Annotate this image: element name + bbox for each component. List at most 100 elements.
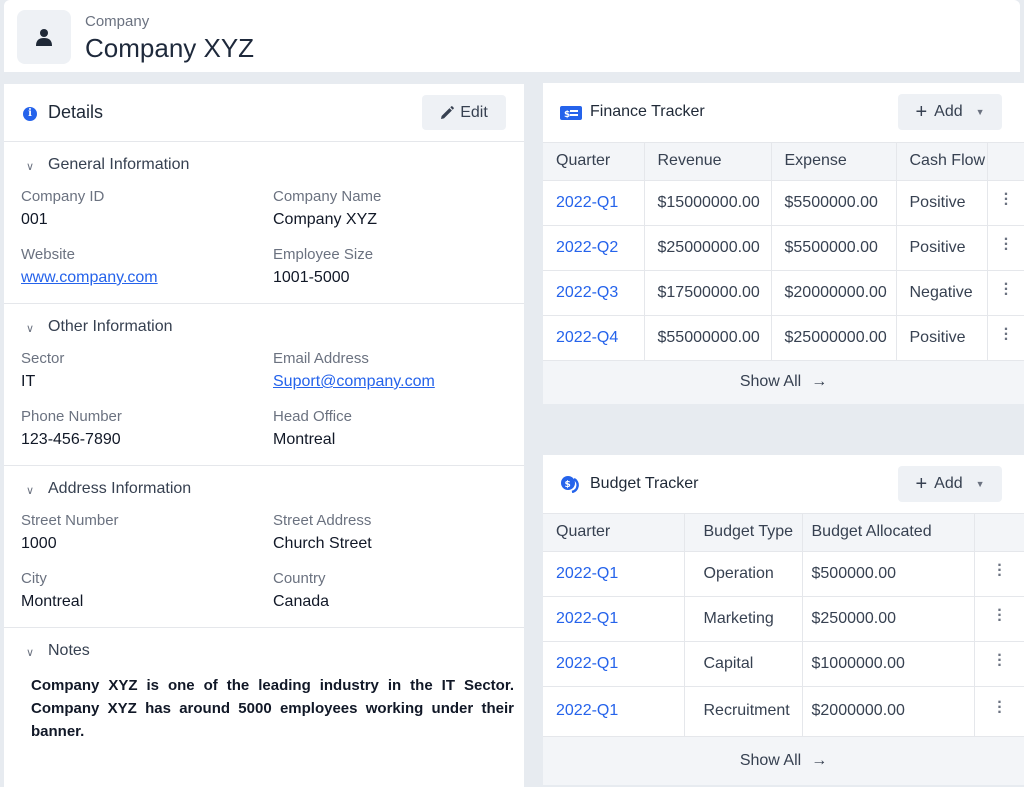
kebab-menu-icon: · · ·	[997, 646, 1003, 674]
quarter-link[interactable]: 2022-Q3	[543, 270, 645, 316]
finance-show-all-button[interactable]: Show All →	[543, 360, 1024, 404]
quarter-link[interactable]: 2022-Q1	[543, 596, 685, 642]
expense-cell: $20000000.00	[771, 270, 897, 316]
notes-section: ∨ Notes Company XYZ is one of the leadin…	[4, 628, 524, 743]
table-row: 2022-Q1 Capital $1000000.00 · · ·	[543, 641, 1024, 687]
cashflow-cell: Positive	[896, 225, 988, 271]
row-menu-button[interactable]: · · ·	[987, 315, 1024, 361]
page-header: Company Company XYZ	[4, 0, 1020, 72]
quarter-link[interactable]: 2022-Q1	[543, 686, 685, 737]
field-value: Montreal	[21, 593, 84, 610]
quarter-link[interactable]: 2022-Q1	[543, 641, 685, 687]
budget-show-all-button[interactable]: Show All →	[543, 736, 1024, 785]
svg-text:$: $	[565, 480, 571, 490]
country-field: Country Canada	[273, 570, 513, 612]
column-header[interactable]: Budget Allocated	[802, 514, 975, 552]
section-title: Address Information	[48, 480, 192, 497]
chevron-down-icon: ∨	[26, 484, 35, 497]
revenue-cell: $25000000.00	[644, 225, 772, 271]
row-menu-button[interactable]: · · ·	[974, 596, 1024, 642]
quarter-link[interactable]: 2022-Q2	[543, 225, 645, 271]
section-title: Notes	[48, 642, 90, 659]
table-row: 2022-Q1 Marketing $250000.00 · · ·	[543, 596, 1024, 642]
cashflow-cell: Positive	[896, 180, 988, 226]
field-value: 123-456-7890	[21, 431, 121, 448]
details-panel: i Details Edit ∨ General Information Com…	[4, 84, 524, 787]
column-header[interactable]: Expense	[771, 143, 897, 181]
field-value: 001	[21, 211, 48, 228]
quarter-link[interactable]: 2022-Q1	[543, 551, 685, 597]
budget-allocated-cell: $500000.00	[802, 551, 975, 597]
chevron-down-icon: ∨	[26, 160, 35, 173]
other-section: ∨ Other Information Sector IT Email Addre…	[4, 304, 524, 466]
finance-add-button[interactable]: + Add ▼	[898, 94, 1002, 130]
column-header[interactable]: Cash Flow	[896, 143, 988, 181]
other-toggle[interactable]: ∨ Other Information	[4, 304, 524, 350]
company-name-field: Company Name Company XYZ	[273, 188, 513, 230]
table-row: 2022-Q1 Recruitment $2000000.00 · · ·	[543, 686, 1024, 737]
kebab-menu-icon: · · ·	[1003, 320, 1010, 348]
field-value: 1000	[21, 535, 57, 552]
column-header[interactable]: Revenue	[644, 143, 772, 181]
budget-table: Quarter Budget Type Budget Allocated 202…	[543, 514, 1024, 737]
details-title: Details	[48, 102, 104, 122]
expense-cell: $5500000.00	[771, 225, 897, 271]
column-header[interactable]: Quarter	[543, 514, 685, 552]
add-label: Add	[934, 475, 963, 492]
expense-cell: $5500000.00	[771, 180, 897, 226]
section-title: General Information	[48, 156, 190, 173]
table-header-row: Quarter Budget Type Budget Allocated	[543, 514, 1024, 552]
row-menu-button[interactable]: · · ·	[987, 225, 1024, 271]
quarter-link[interactable]: 2022-Q4	[543, 315, 645, 361]
section-title: Other Information	[48, 318, 173, 335]
revenue-cell: $17500000.00	[644, 270, 772, 316]
field-label: City	[21, 570, 47, 587]
row-menu-button[interactable]: · · ·	[987, 270, 1024, 316]
address-toggle[interactable]: ∨ Address Information	[4, 466, 524, 512]
budget-add-button[interactable]: + Add ▼	[898, 466, 1002, 502]
revenue-cell: $55000000.00	[644, 315, 772, 361]
field-label: Company Name	[273, 188, 382, 205]
field-value: Canada	[273, 593, 330, 610]
notes-toggle[interactable]: ∨ Notes	[4, 628, 524, 674]
field-label: Sector	[21, 350, 65, 367]
field-value: IT	[21, 373, 36, 390]
row-menu-button[interactable]: · · ·	[974, 686, 1024, 737]
table-row: 2022-Q4 $55000000.00 $25000000.00 Positi…	[543, 315, 1024, 361]
budget-tracker-card: $ Budget Tracker + Add ▼ Quarter Budget …	[543, 455, 1024, 785]
company-id-field: Company ID 001	[21, 188, 273, 230]
finance-table: Quarter Revenue Expense Cash Flow 2022-Q…	[543, 143, 1024, 361]
website-link[interactable]: www.company.com	[21, 268, 273, 288]
budget-allocated-cell: $250000.00	[802, 596, 975, 642]
table-row: 2022-Q2 $25000000.00 $5500000.00 Positiv…	[543, 225, 1024, 271]
notes-text: Company XYZ is one of the leading indust…	[31, 677, 514, 740]
field-value: 1001-5000	[273, 269, 350, 286]
row-menu-button[interactable]: · · ·	[987, 180, 1024, 226]
field-label: Employee Size	[273, 246, 374, 263]
plus-icon: +	[915, 101, 928, 123]
column-header[interactable]: Quarter	[543, 143, 645, 181]
info-icon: i	[23, 107, 37, 121]
quarter-link[interactable]: 2022-Q1	[543, 180, 645, 226]
general-toggle[interactable]: ∨ General Information	[4, 142, 524, 188]
table-row: 2022-Q3 $17500000.00 $20000000.00 Negati…	[543, 270, 1024, 316]
column-header[interactable]: Budget Type	[684, 514, 803, 552]
field-value: Church Street	[273, 535, 372, 552]
field-label: Company ID	[21, 188, 105, 205]
city-field: City Montreal	[21, 570, 273, 612]
table-header-row: Quarter Revenue Expense Cash Flow	[543, 143, 1024, 181]
edit-button[interactable]: Edit	[422, 95, 506, 130]
header-label: Company	[85, 13, 150, 30]
row-menu-button[interactable]: · · ·	[974, 551, 1024, 597]
actions-header	[987, 143, 1024, 181]
field-value: Company XYZ	[273, 211, 378, 228]
finance-tracker-card: $ Finance Tracker + Add ▼ Quarter Revenu…	[543, 83, 1024, 404]
kebab-menu-icon: · · ·	[997, 694, 1003, 721]
add-label: Add	[934, 103, 963, 120]
address-section: ∨ Address Information Street Number 1000 …	[4, 466, 524, 628]
kebab-menu-icon: · · ·	[997, 601, 1003, 629]
field-label: Website	[21, 246, 75, 263]
email-field: Email Address Suport@company.com	[273, 350, 513, 392]
email-link[interactable]: Suport@company.com	[273, 372, 513, 392]
row-menu-button[interactable]: · · ·	[974, 641, 1024, 687]
